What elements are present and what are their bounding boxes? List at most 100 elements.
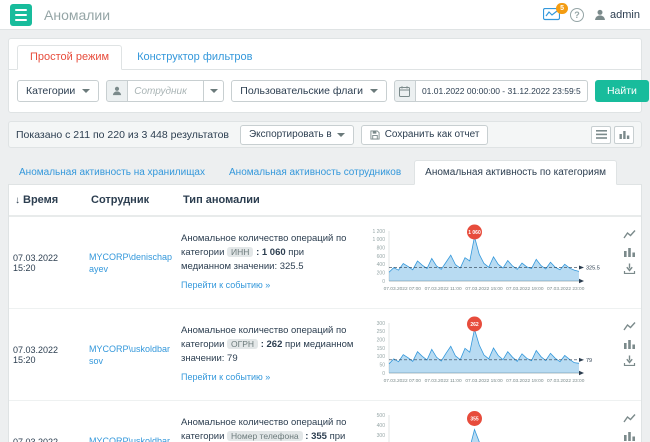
filter-panel: Простой режим Конструктор фильтров Катег… [8, 38, 642, 113]
line-chart-icon[interactable] [623, 321, 636, 332]
top-header: Аномалии 5 ? admin [0, 0, 650, 30]
anomaly-chart: 500400300200100010507.03.2022 07:0007.03… [359, 407, 617, 442]
col-actions [617, 185, 641, 216]
employee-link[interactable]: MYCORP\uskoldbarsov [89, 436, 170, 442]
svg-text:07.03.2022 23:00: 07.03.2022 23:00 [547, 378, 585, 384]
tab-filter-constructor[interactable]: Конструктор фильтров [124, 45, 265, 70]
svg-text:355: 355 [470, 416, 479, 422]
svg-text:07.03.2022 11:00: 07.03.2022 11:00 [425, 286, 462, 292]
view-toggles [591, 126, 634, 144]
line-chart-icon[interactable] [623, 229, 636, 240]
svg-text:1 200: 1 200 [372, 229, 385, 235]
table-row: 07.03.2022 15:20 MYCORP\uskoldbarsov Ано… [9, 309, 641, 401]
svg-text:300: 300 [377, 433, 386, 439]
employee-dropdown-toggle[interactable] [204, 80, 224, 102]
anomaly-value: : 1 060 [256, 247, 286, 258]
svg-text:07.03.2022 23:00: 07.03.2022 23:00 [547, 286, 585, 292]
event-link[interactable]: Перейти к событию » [181, 371, 270, 384]
svg-text:07.03.2022 19:00: 07.03.2022 19:00 [506, 378, 544, 384]
anomaly-description: Аномальное количество операций по катего… [181, 324, 355, 365]
svg-text:1 060: 1 060 [468, 230, 481, 236]
bar-chart-icon[interactable] [623, 338, 636, 349]
anomaly-chart: 1 2001 0008006004002000325.507.03.2022 0… [359, 223, 617, 299]
svg-text:400: 400 [377, 262, 386, 268]
hamburger-icon [15, 9, 27, 11]
svg-text:0: 0 [382, 279, 385, 285]
save-report-button-label: Сохранить как отчет [385, 129, 480, 140]
download-icon[interactable] [623, 263, 636, 274]
svg-text:800: 800 [377, 245, 386, 251]
anomaly-value: : 262 [261, 339, 283, 350]
user-flags-dropdown[interactable]: Пользовательские флаги [231, 80, 387, 102]
export-button[interactable]: Экспортировать в [240, 125, 354, 145]
bar-chart-icon[interactable] [623, 430, 636, 441]
anomaly-table: ↓Время Сотрудник Тип аномалии 07.03.2022… [9, 185, 641, 442]
svg-text:50: 50 [379, 362, 385, 368]
svg-text:400: 400 [377, 423, 386, 429]
svg-text:262: 262 [470, 322, 479, 328]
chevron-down-icon [210, 89, 218, 93]
tab-anomaly-employees[interactable]: Аномальная активность сотрудников [218, 160, 412, 185]
svg-text:100: 100 [377, 354, 386, 360]
svg-text:1 000: 1 000 [372, 237, 385, 243]
svg-text:07.03.2022 07:00: 07.03.2022 07:00 [384, 286, 422, 292]
user-menu[interactable]: admin [594, 9, 640, 21]
table-row: 07.03.2022 15:20 MYCORP\uskoldbarsov Ано… [9, 401, 641, 442]
results-toolbar: Показано с 211 по 220 из 3 448 результат… [8, 121, 642, 148]
category-badge: ОГРН [227, 339, 258, 349]
tab-anomaly-categories[interactable]: Аномальная активность по категориям [414, 160, 617, 185]
row-time: 07.03.2022 15:20 [9, 309, 85, 401]
view-tabs: Аномальная активность на хранилищах Аном… [8, 160, 642, 185]
svg-text:07.03.2022 11:00: 07.03.2022 11:00 [425, 378, 462, 384]
anomaly-value: : 355 [305, 431, 327, 442]
date-range-input[interactable] [416, 80, 588, 102]
results-table-container: ↓Время Сотрудник Тип аномалии 07.03.2022… [8, 184, 642, 442]
chart-icon [619, 130, 630, 139]
table-view-toggle[interactable] [591, 126, 611, 144]
col-time: ↓Время [9, 185, 85, 216]
bar-chart-icon[interactable] [623, 246, 636, 257]
person-icon [106, 80, 128, 102]
filter-row: Категории Пользовательские флаги Н [9, 70, 641, 112]
svg-text:150: 150 [377, 346, 386, 352]
help-icon[interactable]: ? [570, 8, 584, 22]
categories-dropdown[interactable]: Категории [17, 80, 99, 102]
sort-desc-icon[interactable]: ↓ [15, 195, 20, 206]
username: admin [610, 9, 640, 21]
search-button[interactable]: Найти [595, 80, 649, 102]
employee-link[interactable]: MYCORP\uskoldbarsov [89, 344, 170, 366]
tab-anomaly-storages[interactable]: Аномальная активность на хранилищах [8, 160, 216, 185]
svg-text:200: 200 [377, 270, 386, 276]
results-count: Показано с 211 по 220 из 3 448 результат… [16, 129, 229, 141]
svg-text:07.03.2022 19:00: 07.03.2022 19:00 [506, 286, 544, 292]
tab-simple-mode[interactable]: Простой режим [17, 45, 122, 70]
table-icon [596, 130, 607, 139]
employee-link[interactable]: MYCORP\denischapayev [89, 252, 172, 274]
calendar-icon [394, 80, 416, 102]
svg-text:500: 500 [377, 413, 386, 419]
table-body: 07.03.2022 15:20 MYCORP\denischapayev Ан… [9, 216, 641, 442]
download-icon[interactable] [623, 355, 636, 366]
line-chart-icon[interactable] [623, 413, 636, 424]
page-title: Аномалии [44, 7, 110, 23]
col-anomaly-type: Тип аномалии [177, 185, 359, 216]
notification-badge[interactable]: 5 [556, 3, 568, 14]
chevron-down-icon [370, 89, 378, 93]
chevron-down-icon [337, 133, 345, 137]
categories-dropdown-label: Категории [26, 85, 75, 97]
save-icon [370, 130, 380, 140]
svg-text:300: 300 [377, 321, 386, 327]
row-time: 07.03.2022 15:20 [9, 216, 85, 309]
activity-monitor-icon[interactable]: 5 [543, 8, 560, 22]
save-report-button[interactable]: Сохранить как отчет [361, 125, 489, 145]
user-flags-dropdown-label: Пользовательские флаги [240, 85, 363, 97]
category-badge: ИНН [227, 247, 253, 257]
hamburger-menu-button[interactable] [10, 4, 32, 26]
table-row: 07.03.2022 15:20 MYCORP\denischapayev Ан… [9, 216, 641, 309]
anomaly-chart: 3002502001501005007907.03.2022 07:0007.0… [359, 315, 617, 391]
svg-text:325.5: 325.5 [586, 265, 600, 271]
employee-input[interactable] [128, 80, 204, 102]
table-header-row: ↓Время Сотрудник Тип аномалии [9, 185, 641, 216]
chart-view-toggle[interactable] [614, 126, 634, 144]
event-link[interactable]: Перейти к событию » [181, 279, 270, 292]
